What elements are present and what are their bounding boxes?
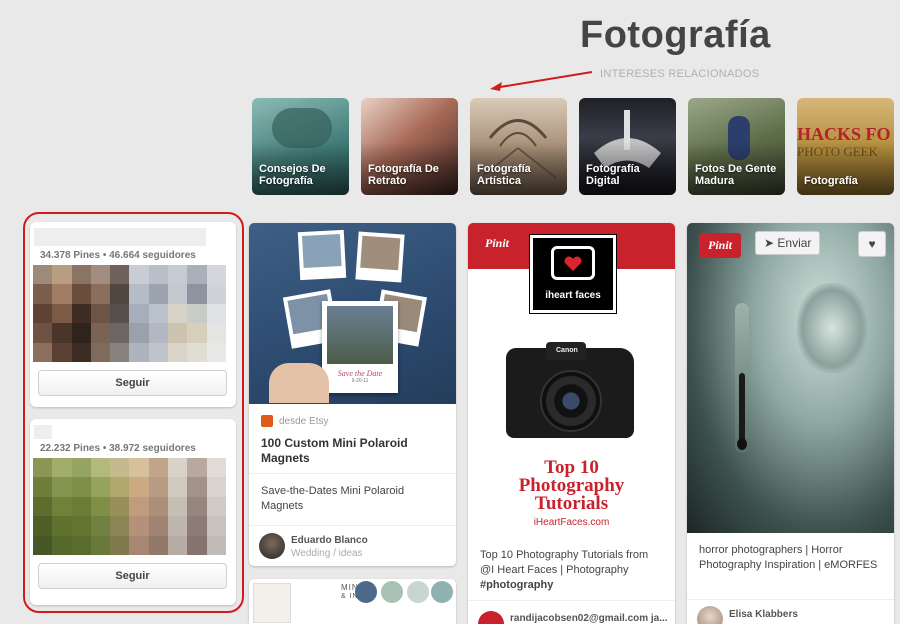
author-avatar[interactable] [259,533,285,559]
interest-digital[interactable]: Fotografía Digital [579,98,676,195]
polaroid-date: 9-20-11 [351,378,369,384]
site-text: iHeartFaces.com [533,517,610,528]
etsy-icon [261,415,273,427]
polaroid-main: Save the Date 9-20-11 [322,301,398,393]
pin-image: Pinit iheart faces Canon Top 10 Photogra… [468,223,675,533]
heart-icon: ♥ [868,237,876,251]
seal-icon [407,581,429,603]
interest-label: Fotografía [804,175,858,187]
like-button[interactable]: ♥ [858,231,886,257]
pin-polaroid[interactable]: Save the Date 9-20-11 desde Etsy 100 Cus… [249,223,456,566]
pin-mint-ink[interactable]: MINT & INK [249,579,456,624]
ihf-logo: iheart faces [529,234,617,314]
hand-shape [269,363,329,403]
interest-label: Consejos De Fotografía [259,163,326,187]
pin-hashtag[interactable]: #photography [480,578,553,593]
pin-title[interactable]: 100 Custom Mini Polaroid Magnets [261,436,441,466]
author-name[interactable]: Eduardo Blanco [291,535,368,546]
send-label: Enviar [777,236,812,250]
interest-gente-madura[interactable]: Fotos De Gente Madura [688,98,785,195]
source-text: desde Etsy [279,415,329,427]
pin-description: Save-the-Dates Mini Polaroid Magnets [261,485,405,512]
seal-icon [355,581,377,603]
pinit-button[interactable]: Pinit [699,233,742,258]
pin-source[interactable]: desde Etsy [261,415,328,427]
interest-label: Fotos De Gente Madura [695,163,777,187]
author-board[interactable]: Wedding / ideas [291,548,363,559]
pin-iheartfaces[interactable]: Pinit iheart faces Canon Top 10 Photogra… [468,223,675,624]
polaroid-caption: Save the Date [337,369,383,378]
heart-icon [564,256,582,272]
interest-label: Fotografía Digital [586,163,640,187]
pin-description: horror photographers | Horror Photograph… [699,544,878,571]
pinit-button[interactable]: Pinit [476,231,519,256]
pin-image [687,223,894,533]
headline: Top 10 Photography Tutorials [468,458,675,514]
seal-icon [381,581,403,603]
pin-image: Save the Date 9-20-11 [249,223,456,404]
interest-consejos[interactable]: Consejos De Fotografía [252,98,349,195]
pin-horror[interactable]: Pinit ➤ Enviar ♥ horror photographers | … [687,223,894,624]
pin-description: Top 10 Photography Tutorials from @I Hea… [480,549,649,576]
send-icon: ➤ [764,236,775,250]
interest-artistica[interactable]: Fotografía Artística [470,98,567,195]
polaroid-small [297,229,347,281]
related-interests-label: INTERESES RELACIONADOS [600,68,760,80]
camera-image: Canon [498,338,638,448]
interest-label: Fotografía De Retrato [368,163,439,187]
author-avatar[interactable] [697,606,723,624]
interest-retrato[interactable]: Fotografía De Retrato [361,98,458,195]
annotation-arrow [490,71,593,91]
seal-icon [431,581,453,603]
author-name[interactable]: Elisa Klabbers [729,609,798,620]
author-avatar[interactable] [478,611,504,624]
card-thumb [253,583,291,623]
interest-label: Fotografía Artística [477,163,531,187]
polaroid-small [355,231,405,283]
logo-text: iheart faces [545,290,601,301]
interest-fotografia[interactable]: HACKS FO PHOTO GEEK Fotografía [797,98,894,195]
send-button[interactable]: ➤ Enviar [755,231,821,255]
page-title: Fotografía [580,14,771,56]
annotation-circle [23,212,244,613]
headline-line3: Tutorials [534,493,609,514]
author-name[interactable]: randijacobsen02@gmail.com ja... [510,613,668,624]
camera-brand: Canon [556,347,578,354]
